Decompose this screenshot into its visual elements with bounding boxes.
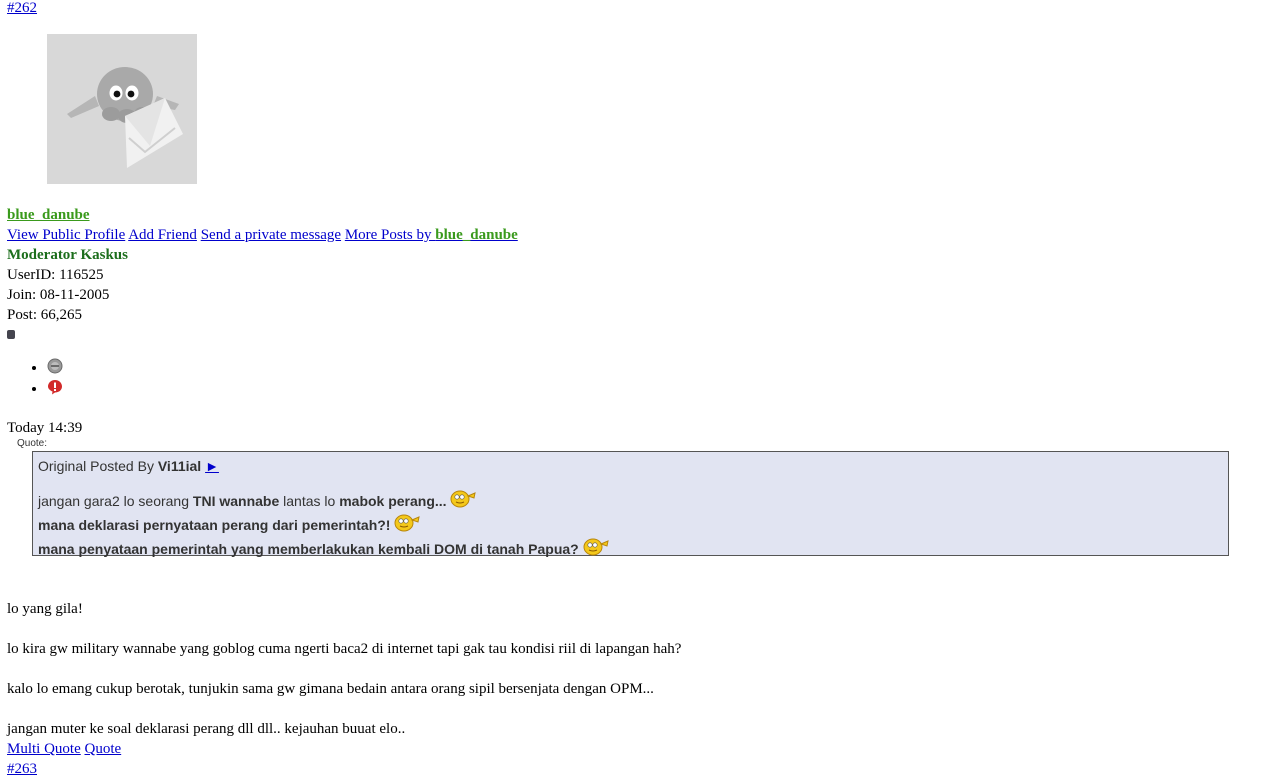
more-posts-username: blue_danube: [435, 227, 518, 243]
quote-line-1: jangan gara2 lo seorang TNI wannabe lant…: [38, 490, 1223, 514]
user-role: Moderator Kaskus: [7, 247, 128, 263]
quote-text: lantas lo: [279, 493, 340, 509]
add-friend-link[interactable]: Add Friend: [128, 227, 197, 243]
post-number-link[interactable]: #262: [7, 0, 37, 17]
join-date: Join: 08-11-2005: [7, 287, 110, 303]
offline-status-icon: [47, 358, 63, 374]
more-posts-link[interactable]: More Posts by blue_danube: [345, 227, 518, 243]
status-icon-list: [7, 358, 63, 400]
send-private-message-link[interactable]: Send a private message: [201, 227, 341, 243]
status-item: [47, 358, 63, 379]
post-body-paragraph: jangan muter ke soal deklarasi perang dl…: [7, 721, 406, 737]
quote-bold-text: TNI wannabe: [192, 493, 280, 509]
quote-original-author: Original Posted By Vi11ial ►: [38, 458, 1223, 474]
quote-button[interactable]: Quote: [85, 741, 122, 757]
quote-bold-text: mana deklarasi pernyataan perang dari pe…: [38, 517, 391, 533]
quote-orig-prefix: Original Posted By: [38, 458, 154, 474]
more-posts-label: More Posts by: [344, 227, 432, 243]
post-author-name[interactable]: blue_danube: [7, 205, 90, 225]
reputation-bar-icon: [7, 330, 15, 339]
avatar[interactable]: [47, 34, 197, 184]
emoticon-icon: [450, 490, 477, 514]
next-post-number-link[interactable]: #263: [7, 759, 37, 779]
quote-box: Original Posted By Vi11ial ► jangan gara…: [32, 451, 1229, 557]
quote-line-3: mana penyataan pemerintah yang memberlak…: [38, 538, 1223, 562]
quote-bold-text: mana penyataan pemerintah yang memberlak…: [38, 541, 579, 557]
status-item: [47, 379, 63, 400]
quote-label: Quote:: [17, 438, 48, 449]
post-body-paragraph: lo kira gw military wannabe yang goblog …: [7, 641, 682, 657]
post-actions: Multi Quote Quote: [7, 739, 121, 759]
post-timestamp: Today 14:39: [7, 420, 83, 436]
quote-bold-text: mabok perang...: [339, 493, 447, 509]
view-public-profile-link[interactable]: View Public Profile: [7, 227, 125, 243]
multi-quote-button[interactable]: Multi Quote: [7, 741, 81, 757]
default-avatar-icon: [47, 34, 197, 184]
report-post-icon[interactable]: [47, 379, 63, 395]
post-body-paragraph: kalo lo emang cukup berotak, tunjukin sa…: [7, 681, 654, 697]
user-links: View Public Profile Add Friend Send a pr…: [7, 225, 518, 245]
user-id: UserID: 116525: [7, 267, 104, 283]
post-count: Post: 66,265: [7, 307, 83, 323]
quote-line-2: mana deklarasi pernyataan perang dari pe…: [38, 514, 1223, 538]
emoticon-icon: [583, 538, 609, 562]
quote-text: jangan gara2 lo seorang: [38, 493, 193, 509]
view-original-post-icon[interactable]: ►: [205, 458, 219, 474]
post-body-paragraph: lo yang gila!: [7, 601, 83, 617]
emoticon-icon: [394, 514, 421, 538]
quote-orig-user: Vi11ial: [157, 458, 202, 474]
